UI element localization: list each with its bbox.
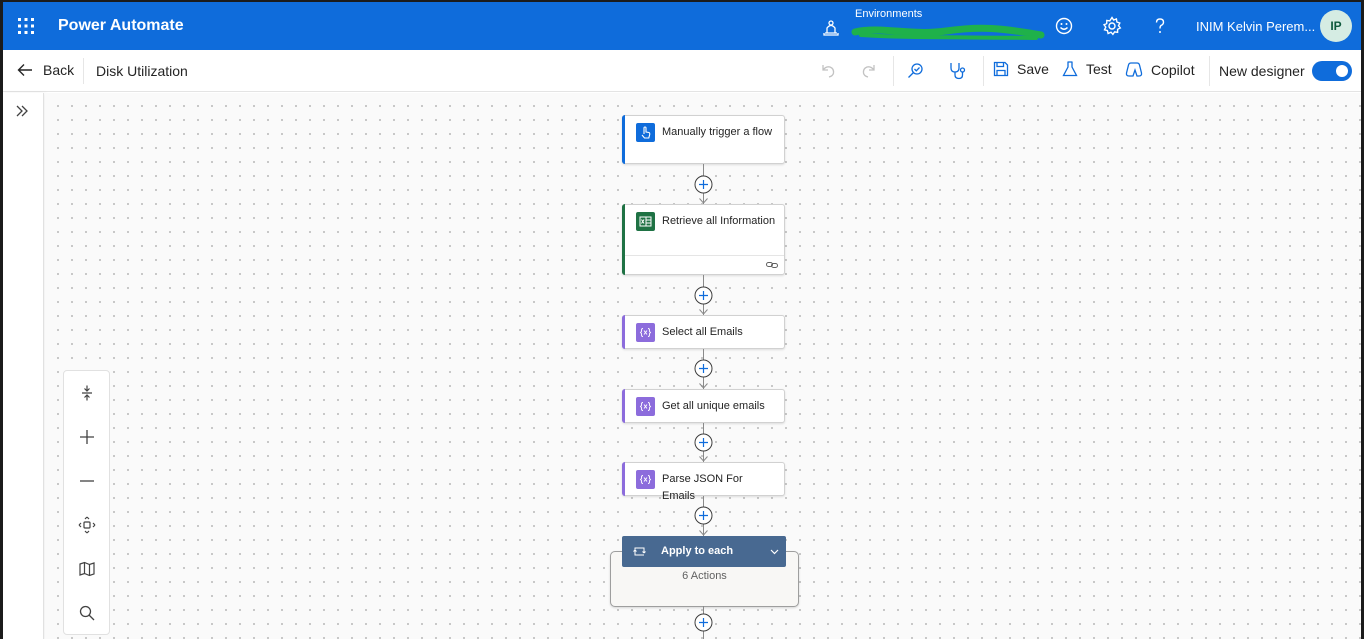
minimap-button[interactable] xyxy=(64,547,109,591)
avatar[interactable]: IP xyxy=(1320,10,1352,42)
zoom-controls xyxy=(63,370,110,635)
add-step-plus-icon[interactable] xyxy=(694,175,713,194)
add-step-plus-icon[interactable] xyxy=(694,506,713,525)
data-operation-icon xyxy=(636,397,655,416)
zoom-in-button[interactable] xyxy=(64,415,109,459)
undo-icon[interactable] xyxy=(817,60,839,82)
fit-view-button[interactable] xyxy=(64,503,109,547)
step-color-stripe xyxy=(622,389,625,423)
step-label: Get all unique emails xyxy=(662,400,765,412)
step-color-stripe xyxy=(622,115,625,164)
add-step-plus-icon[interactable] xyxy=(694,286,713,305)
step-color-stripe xyxy=(622,462,625,496)
add-step-plus-icon[interactable] xyxy=(694,613,713,632)
separator xyxy=(83,58,84,84)
step-color-stripe xyxy=(622,315,625,349)
test-button[interactable]: Test xyxy=(1061,60,1112,78)
redacted-environment-name xyxy=(851,24,1045,40)
expand-panel-icon[interactable] xyxy=(14,103,30,119)
copilot-label: Copilot xyxy=(1151,62,1195,78)
separator xyxy=(1209,56,1210,86)
step-label: Retrieve all Information xyxy=(662,215,776,227)
step-label: Manually trigger a flow xyxy=(662,126,773,138)
apply-to-each-title: Apply to each xyxy=(661,545,734,557)
settings-gear-icon[interactable] xyxy=(1101,15,1123,37)
excel-icon xyxy=(636,212,655,231)
flow-name[interactable]: Disk Utilization xyxy=(96,63,188,79)
fit-view-icon xyxy=(78,516,95,534)
flow-checker-icon[interactable] xyxy=(905,60,927,82)
copilot-button[interactable]: Copilot xyxy=(1124,60,1195,80)
data-operation-icon xyxy=(636,323,655,342)
app-title[interactable]: Power Automate xyxy=(58,17,184,35)
top-header-bar: Power Automate Environments INIM Kelvin … xyxy=(3,2,1361,50)
fit-vertical-button[interactable] xyxy=(64,371,109,415)
app-window: Power Automate Environments INIM Kelvin … xyxy=(0,0,1364,639)
back-button[interactable]: Back xyxy=(15,60,74,80)
command-bar: Back Disk Utilization Save Test Copilot … xyxy=(3,50,1361,92)
chevron-down-icon[interactable] xyxy=(769,546,780,557)
test-label: Test xyxy=(1086,61,1112,77)
flow-step-retrieve-info[interactable]: Retrieve all Information xyxy=(622,204,785,275)
new-designer-label: New designer xyxy=(1219,63,1305,79)
step-footer xyxy=(625,255,784,274)
step-label: Select all Emails xyxy=(662,326,743,338)
environment-icon[interactable] xyxy=(821,17,841,37)
zoom-in-icon xyxy=(79,430,94,444)
feedback-smiley-icon[interactable] xyxy=(1053,15,1075,37)
save-button[interactable]: Save xyxy=(992,60,1049,78)
connection-link-icon[interactable] xyxy=(766,260,778,270)
zoom-out-button[interactable] xyxy=(64,459,109,503)
actions-count: 6 Actions xyxy=(682,570,727,582)
search-icon xyxy=(79,605,94,621)
new-designer-toggle[interactable] xyxy=(1312,61,1352,81)
user-name[interactable]: INIM Kelvin Perem... xyxy=(1196,19,1315,34)
redo-icon[interactable] xyxy=(858,60,880,82)
back-label: Back xyxy=(43,62,75,78)
environments-label[interactable]: Environments xyxy=(855,8,922,20)
flow-step-select-emails[interactable]: Select all Emails xyxy=(622,315,785,349)
copilot-icon xyxy=(1125,62,1143,77)
separator xyxy=(983,56,984,86)
manual-trigger-icon xyxy=(636,123,655,142)
stethoscope-icon[interactable] xyxy=(946,60,968,82)
add-step-plus-icon[interactable] xyxy=(694,359,713,378)
search-button[interactable] xyxy=(64,591,109,635)
arrow-left-icon xyxy=(17,64,32,76)
apply-to-each-header[interactable]: Apply to each xyxy=(622,536,786,567)
separator xyxy=(893,56,894,86)
minimap-icon xyxy=(78,561,95,577)
zoom-out-icon xyxy=(79,480,94,482)
help-question-icon[interactable] xyxy=(1149,15,1171,37)
left-rail xyxy=(3,93,44,639)
save-label: Save xyxy=(1017,61,1049,77)
beaker-icon xyxy=(1062,61,1078,77)
step-label: Parse JSON For Emails xyxy=(662,473,743,502)
fit-vertical-icon xyxy=(81,385,92,401)
flow-step-manual-trigger[interactable]: Manually trigger a flow xyxy=(622,115,785,164)
flow-step-unique-emails[interactable]: Get all unique emails xyxy=(622,389,785,423)
loop-icon xyxy=(633,547,646,556)
add-step-plus-icon[interactable] xyxy=(694,433,713,452)
app-launcher-icon[interactable] xyxy=(16,16,36,36)
flow-step-parse-json[interactable]: Parse JSON For Emails xyxy=(622,462,785,502)
data-operation-icon xyxy=(636,470,655,489)
save-icon xyxy=(993,61,1009,77)
